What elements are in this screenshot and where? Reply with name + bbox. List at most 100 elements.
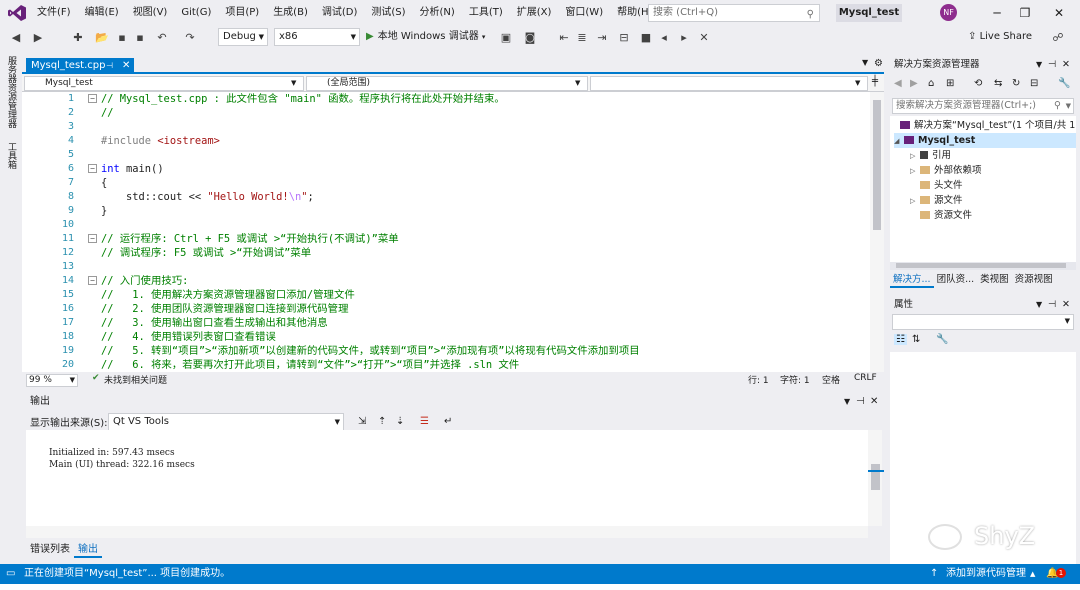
gear-icon[interactable]: ⚙ — [874, 58, 883, 69]
refresh-icon[interactable]: ↻ — [1012, 78, 1020, 89]
tab-team-explorer[interactable]: 团队资... — [934, 272, 978, 288]
code-line[interactable]: 6 − int main() — [22, 162, 870, 176]
platform-select[interactable]: x86 ▼ — [274, 28, 360, 46]
code-line[interactable]: 14 −// 入门使用技巧: — [22, 274, 870, 288]
code-line[interactable]: 5 — [22, 148, 870, 162]
sync-icon[interactable]: ⇆ — [994, 78, 1002, 89]
pin-icon[interactable]: ⊣ — [1048, 298, 1056, 312]
code-line[interactable]: 1 −// Mysql_test.cpp : 此文件包含 "main" 函数。程序… — [22, 92, 870, 106]
menu-item[interactable]: 生成(B) — [266, 0, 315, 26]
output-horizontal-scrollbar[interactable] — [26, 526, 868, 538]
menu-item[interactable]: 窗口(W) — [558, 0, 610, 26]
code-line[interactable]: 16 // 2. 使用团队资源管理器窗口连接到源代码管理 — [22, 302, 870, 316]
prev-message-icon[interactable]: ⇡ — [378, 416, 386, 427]
menu-item[interactable]: 编辑(E) — [78, 0, 126, 26]
tab-error-list[interactable]: 错误列表 — [26, 542, 74, 558]
tab-class-view[interactable]: 类视图 — [977, 272, 1012, 288]
search-input[interactable]: 搜索 (Ctrl+Q) ⚲ — [648, 4, 820, 22]
close-icon[interactable]: ✕ — [1062, 298, 1070, 312]
forward-icon[interactable]: ▶ — [30, 30, 46, 46]
output-text-area[interactable]: Initialized in: 597.43 msecs Main (UI) t… — [26, 430, 868, 526]
source-control-button[interactable]: 添加到源代码管理 — [946, 564, 1026, 584]
code-line[interactable]: 17 // 3. 使用输出窗口查看生成输出和其他消息 — [22, 316, 870, 330]
tree-source-files[interactable]: ▷ 源文件 — [910, 193, 963, 208]
properties-icon[interactable]: 🔧 — [1058, 78, 1070, 89]
tree-resource-files[interactable]: 资源文件 — [920, 208, 972, 223]
open-icon[interactable]: 📂 — [94, 30, 110, 46]
clear-all-icon[interactable]: ☰ — [420, 416, 429, 427]
code-line[interactable]: 12 // 调试程序: F5 或调试 >“开始调试”菜单 — [22, 246, 870, 260]
code-line[interactable]: 9} — [22, 204, 870, 218]
menu-item[interactable]: 分析(N) — [413, 0, 462, 26]
save-all-icon[interactable]: ▪ — [132, 30, 148, 46]
code-line[interactable]: 19 // 5. 转到“项目”>“添加新项”以创建新的代码文件，或转到“项目”>“… — [22, 344, 870, 358]
collapse-all-icon[interactable]: ⊟ — [1030, 78, 1038, 89]
code-line[interactable]: 18 // 4. 使用错误列表窗口查看错误 — [22, 330, 870, 344]
line-ending[interactable]: CRLF — [854, 373, 877, 383]
tab-list-dropdown-icon[interactable]: ▼ — [862, 58, 868, 67]
avatar[interactable]: NF — [940, 4, 957, 21]
chevron-down-icon[interactable]: ▼ — [1066, 99, 1071, 113]
solution-search-input[interactable]: 搜索解决方案资源管理器(Ctrl+;) ⚲ ▼ — [892, 98, 1074, 114]
comment-icon[interactable]: ⊟ — [616, 30, 632, 46]
pin-icon[interactable]: ⊣ — [856, 394, 865, 410]
switch-views-icon[interactable]: ⊞ — [946, 78, 954, 89]
whitespace-mode[interactable]: 空格 — [822, 373, 840, 386]
step-icon[interactable]: ⇤ — [556, 30, 572, 46]
categorized-icon[interactable]: ☷ — [894, 334, 907, 345]
code-line[interactable]: 13 — [22, 260, 870, 274]
fold-toggle-icon[interactable]: − — [88, 94, 97, 103]
code-line[interactable]: 2 // — [22, 106, 870, 120]
new-item-icon[interactable]: ✚ — [70, 30, 86, 46]
output-scroll-thumb[interactable] — [871, 464, 880, 490]
output-source-select[interactable]: Qt VS Tools ▼ — [108, 413, 344, 431]
code-editor[interactable]: 1−// Mysql_test.cpp : 此文件包含 "main" 函数。程序… — [22, 92, 870, 372]
pending-changes-icon[interactable]: ⟲ — [974, 78, 982, 89]
chevron-down-icon[interactable]: ▼ — [1036, 58, 1042, 72]
server-explorer-tab[interactable]: 服务器资源管理器 — [4, 56, 18, 128]
menu-item[interactable]: Git(G) — [174, 0, 218, 26]
menu-item[interactable]: 调试(D) — [315, 0, 365, 26]
toolbox-tab[interactable]: 工具箱 — [4, 142, 18, 169]
menu-item[interactable]: 工具(T) — [462, 0, 510, 26]
config-select[interactable]: Debug ▼ — [218, 28, 268, 46]
zoom-select[interactable]: 99 % ▼ — [26, 374, 78, 387]
tree-external-deps[interactable]: ▷ 外部依赖项 — [910, 163, 982, 178]
wrench-icon[interactable]: 🔧 — [936, 334, 948, 345]
menu-item[interactable]: 项目(P) — [218, 0, 266, 26]
attach-icon[interactable]: ▣ — [498, 30, 514, 46]
code-line[interactable]: 8 std::cout << "Hello World!\n"; — [22, 190, 870, 204]
issues-status[interactable]: 未找到相关问题 — [104, 373, 167, 386]
back-icon[interactable]: ◀ — [8, 30, 24, 46]
tab-output[interactable]: 输出 — [74, 542, 102, 558]
close-icon[interactable]: ✕ — [1062, 58, 1070, 72]
menu-item[interactable]: 扩展(X) — [510, 0, 559, 26]
code-line[interactable]: 7{ — [22, 176, 870, 190]
menu-item[interactable]: 文件(F) — [30, 0, 78, 26]
start-debug-button[interactable]: ▶ 本地 Windows 调试器 ▾ — [366, 28, 485, 46]
visual-studio-logo-icon[interactable] — [8, 5, 26, 21]
fold-toggle-icon[interactable]: − — [88, 164, 97, 173]
minimize-button[interactable]: ─ — [984, 4, 1010, 22]
menu-item[interactable]: 视图(V) — [126, 0, 175, 26]
scope-select[interactable]: (全局范围) ▼ — [306, 76, 588, 91]
clear-bookmarks-icon[interactable]: ✕ — [696, 30, 712, 46]
save-icon[interactable]: ▪ — [114, 30, 130, 46]
word-wrap-icon[interactable]: ↵ — [444, 416, 452, 427]
outdent-icon[interactable]: ⇥ — [594, 30, 610, 46]
tree-solution[interactable]: 解决方案“Mysql_test”(1 个项目/共 1 — [900, 118, 1075, 133]
tab-mysql-test-cpp[interactable]: Mysql_test.cpp ⊣ ✕ — [26, 58, 134, 74]
tree-project[interactable]: ◢ Mysql_test — [894, 133, 1076, 148]
maximize-button[interactable]: ❐ — [1012, 4, 1038, 22]
project-select[interactable]: Mysql_test ▼ — [24, 76, 304, 91]
close-icon[interactable]: ✕ — [122, 58, 130, 74]
chevron-down-icon[interactable]: ▼ — [1036, 298, 1042, 312]
menu-item[interactable]: 测试(S) — [364, 0, 412, 26]
close-button[interactable]: ✕ — [1046, 4, 1072, 22]
char-position[interactable]: 字符: 1 — [780, 373, 810, 386]
fold-toggle-icon[interactable]: − — [88, 234, 97, 243]
fold-toggle-icon[interactable]: − — [88, 276, 97, 285]
solution-scroll-thumb[interactable] — [896, 263, 1066, 268]
tree-references[interactable]: ▷ 引用 — [910, 148, 951, 163]
pin-icon[interactable]: ⊣ — [1048, 58, 1056, 72]
